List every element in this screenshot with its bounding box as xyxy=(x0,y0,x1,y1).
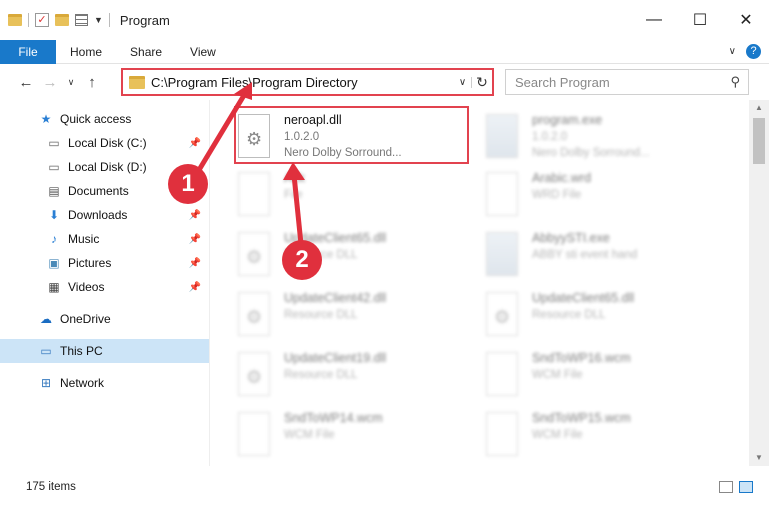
arrow-line-2 xyxy=(291,174,304,245)
annotation-arrows xyxy=(196,82,305,245)
arrow-line-1 xyxy=(196,90,249,172)
annotation-badge-1: 1 xyxy=(168,164,208,204)
arrow-head-2 xyxy=(283,162,305,180)
annotation-badge-2: 2 xyxy=(282,240,322,280)
file-explorer-window: ✓ ▼ Program — ☐ ✕ File Home Share View ∨… xyxy=(0,0,769,510)
